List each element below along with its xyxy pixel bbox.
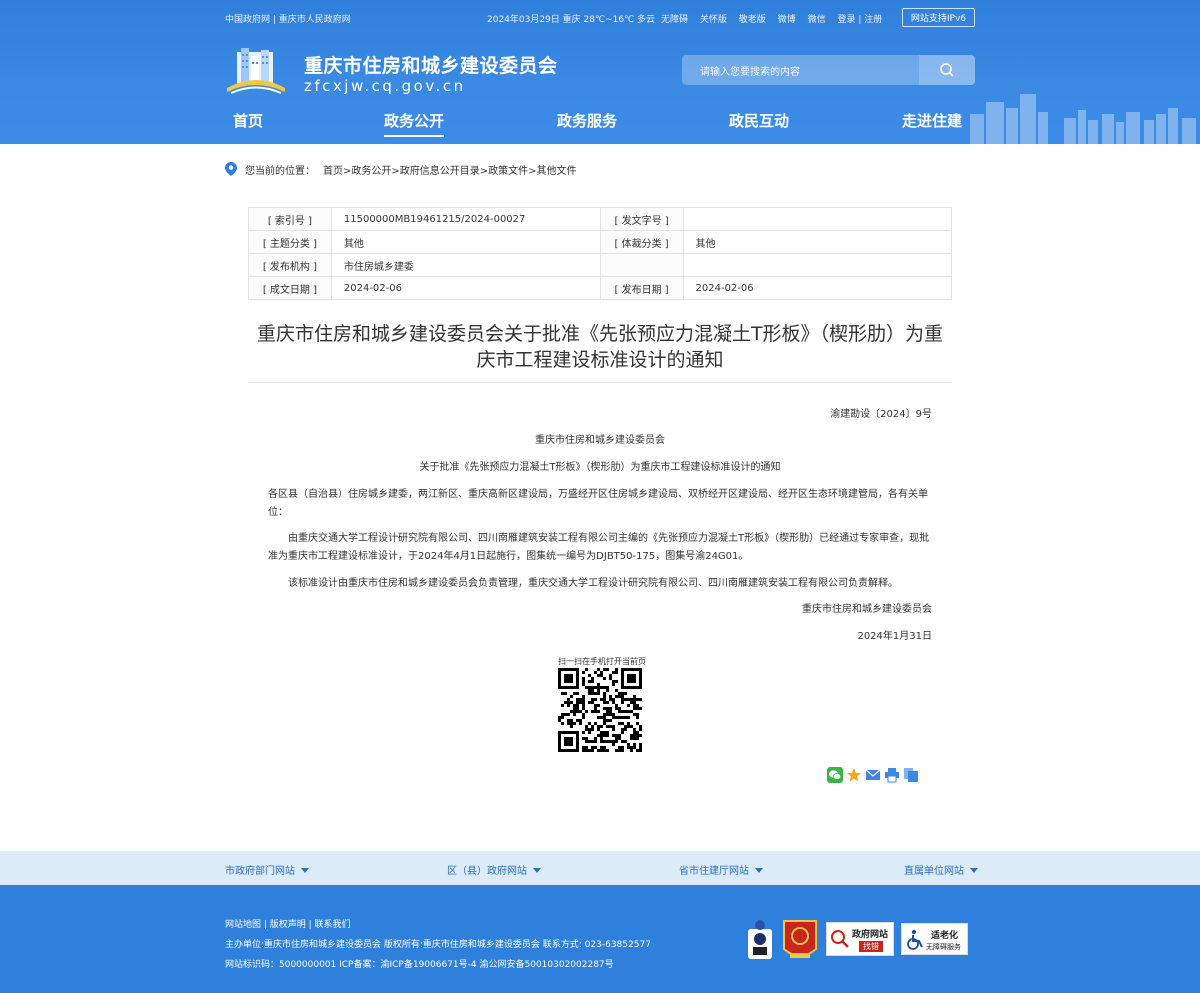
table-row: [ 索引号 ] 11500000MB19461215/2024-00027 [ …	[248, 207, 953, 231]
ipv6-badge: 网站支持IPv6	[901, 8, 975, 27]
nav-about[interactable]: 走进住建	[902, 110, 962, 131]
signature-date: 2024年1月31日	[857, 631, 932, 642]
main-nav: 首页 政务公开 政务服务 政民互动 走进住建	[233, 110, 973, 140]
favorite-icon[interactable]	[846, 767, 862, 783]
empty-cell	[599, 253, 684, 277]
site-domain: zfcxjw.cq.gov.cn	[304, 77, 466, 95]
article-title: 重庆市住房和城乡建设委员会关于批准《先张预应力混凝土T形板》（楔形肋）为重庆市工…	[256, 323, 944, 371]
index-no-value: 11500000MB19461215/2024-00027	[330, 207, 601, 231]
wechat-icon[interactable]	[827, 767, 843, 783]
dropdown-label: 省市住建厅网站	[679, 866, 749, 877]
search-icon	[940, 63, 954, 77]
dropdown-label: 区（县）政府网站	[447, 866, 527, 877]
caret-down-icon	[533, 868, 541, 873]
share-bar	[827, 767, 919, 783]
caret-down-icon	[755, 868, 763, 873]
city-skyline-decoration	[970, 94, 1196, 144]
document-number: 渝建勘设〔2024〕9号	[830, 409, 932, 420]
elderly-accessibility-badge[interactable]: 适老化 无障碍服务	[901, 923, 968, 955]
breadcrumb: 您当前的位置： 首页>政务公开>政府信息公开目录>政策文件>其他文件	[225, 161, 577, 177]
publisher-value: 市住房城乡建委	[330, 253, 601, 277]
login-register-link[interactable]: 登录 | 注册	[837, 15, 882, 25]
topic-value: 其他	[330, 230, 601, 254]
index-no-label: [ 索引号 ]	[248, 207, 332, 231]
footer-host-info: 主办单位:重庆市住房和城乡建设委员会 版权所有:重庆市住房和城乡建设委员会 联系…	[225, 940, 651, 950]
signature: 重庆市住房和城乡建设委员会	[802, 604, 932, 615]
search-input[interactable]: 请输入您要搜索的内容	[682, 55, 919, 85]
gov-links[interactable]: 中国政府网 | 重庆市人民政府网	[225, 12, 351, 25]
care-mode-link[interactable]: 关怀版	[700, 15, 727, 25]
building-logo-icon	[227, 48, 285, 94]
location-pin-icon	[225, 162, 237, 176]
site-logo[interactable]: 重庆市住房和城乡建设委员会 zfcxjw.cq.gov.cn	[225, 46, 565, 98]
breadcrumb-path[interactable]: 首页>政务公开>政府信息公开目录>政策文件>其他文件	[323, 162, 577, 177]
nav-gov-services[interactable]: 政务服务	[557, 110, 617, 131]
doc-no-label: [ 发文字号 ]	[599, 207, 684, 231]
footer-registration: 网站标识码：5000000001 ICP备案：渝ICP备19006671号-4 …	[225, 960, 614, 970]
paragraph: 由重庆交通大学工程设计研究院有限公司、四川南雁建筑安装工程有限公司主编的《先张预…	[268, 533, 930, 562]
gov-site-error-report-badge[interactable]: 政府网站 找错	[826, 922, 894, 956]
dropdown-district-gov[interactable]: 区（县）政府网站	[447, 862, 541, 877]
empty-cell	[682, 253, 953, 277]
magnifier-icon	[831, 930, 849, 948]
table-row: [ 主题分类 ] 其他 [ 体裁分类 ] 其他	[248, 230, 953, 254]
doc-no-value	[682, 207, 953, 231]
article-subtitle: 关于批准《先张预应力混凝土T形板》（楔形肋）为重庆市工程建设标准设计的通知	[419, 462, 781, 473]
site-header: 中国政府网 | 重庆市人民政府网 2024年03月29日 重庆 28℃~16℃ …	[0, 0, 1200, 144]
footer-link-bar: 市政府部门网站 区（县）政府网站 省市住建厅网站 直属单位网站	[0, 851, 1200, 885]
table-row: [ 成文日期 ] 2024-02-06 [ 发布日期 ] 2024-02-06	[248, 276, 953, 300]
nav-interaction[interactable]: 政民互动	[729, 110, 789, 131]
dropdown-affiliated-units[interactable]: 直属单位网站	[904, 862, 978, 877]
nav-gov-affairs[interactable]: 政务公开	[384, 110, 445, 137]
police-badge-icon[interactable]	[746, 919, 774, 961]
email-icon[interactable]	[865, 767, 881, 783]
published-value: 2024-02-06	[682, 276, 953, 300]
badge-text: 适老化	[931, 931, 959, 941]
badge-text: 政府网站	[852, 930, 889, 940]
issuing-org: 重庆市住房和城乡建设委员会	[535, 435, 665, 446]
table-row: [ 发布机构 ] 市住房城乡建委	[248, 253, 953, 277]
wheelchair-icon	[907, 929, 923, 950]
caret-down-icon	[970, 868, 978, 873]
breadcrumb-label: 您当前的位置：	[245, 165, 315, 177]
recipients: 各区县（自治县）住房城乡建委，两江新区、重庆高新区建设局，万盛经开区住房城乡建设…	[268, 489, 928, 518]
caret-down-icon	[301, 868, 309, 873]
paragraph: 该标准设计由重庆市住房和城乡建设委员会负责管理，重庆交通大学工程设计研究院有限公…	[288, 578, 898, 589]
publisher-label: [ 发布机构 ]	[248, 253, 332, 277]
title-divider	[248, 382, 952, 383]
search-bar: 请输入您要搜索的内容	[682, 55, 975, 85]
top-bar: 中国政府网 | 重庆市人民政府网 2024年03月29日 重庆 28℃~16℃ …	[225, 8, 975, 27]
site-footer: 网站地图 | 版权声明 | 联系我们 主办单位:重庆市住房和城乡建设委员会 版权…	[0, 885, 1200, 993]
footer-links[interactable]: 网站地图 | 版权声明 | 联系我们	[225, 917, 351, 930]
published-label: [ 发布日期 ]	[599, 276, 684, 300]
print-icon[interactable]	[884, 767, 900, 783]
weibo-link[interactable]: 微博	[778, 15, 796, 25]
party-org-badge-icon[interactable]	[782, 919, 818, 963]
elder-mode-link[interactable]: 敬老版	[739, 15, 766, 25]
dropdown-label: 直属单位网站	[904, 866, 964, 877]
nav-home[interactable]: 首页	[233, 110, 263, 131]
qr-code	[558, 668, 642, 752]
dropdown-label: 市政府部门网站	[225, 866, 295, 877]
document-info-table: [ 索引号 ] 11500000MB19461215/2024-00027 [ …	[248, 207, 953, 300]
genre-value: 其他	[682, 230, 953, 254]
qr-label: 扫一扫在手机打开当前页	[558, 657, 646, 666]
date-weather: 2024年03月29日 重庆 28℃~16℃ 多云	[487, 15, 656, 25]
accessibility-link[interactable]: 无障碍	[661, 15, 688, 25]
dropdown-city-depts[interactable]: 市政府部门网站	[225, 862, 309, 877]
created-label: [ 成文日期 ]	[248, 276, 332, 300]
genre-label: [ 体裁分类 ]	[599, 230, 684, 254]
copy-icon[interactable]	[903, 767, 919, 783]
top-links: 无障碍 关怀版 敬老版 微博 微信 登录 | 注册	[661, 12, 891, 25]
badge-text: 无障碍服务	[926, 943, 961, 951]
created-value: 2024-02-06	[330, 276, 601, 300]
badge-text: 找错	[859, 941, 883, 952]
dropdown-provincial-housing[interactable]: 省市住建厅网站	[679, 862, 763, 877]
search-button[interactable]	[919, 55, 975, 85]
wechat-link[interactable]: 微信	[808, 15, 826, 25]
site-title: 重庆市住房和城乡建设委员会	[304, 55, 558, 77]
topic-label: [ 主题分类 ]	[248, 230, 332, 254]
